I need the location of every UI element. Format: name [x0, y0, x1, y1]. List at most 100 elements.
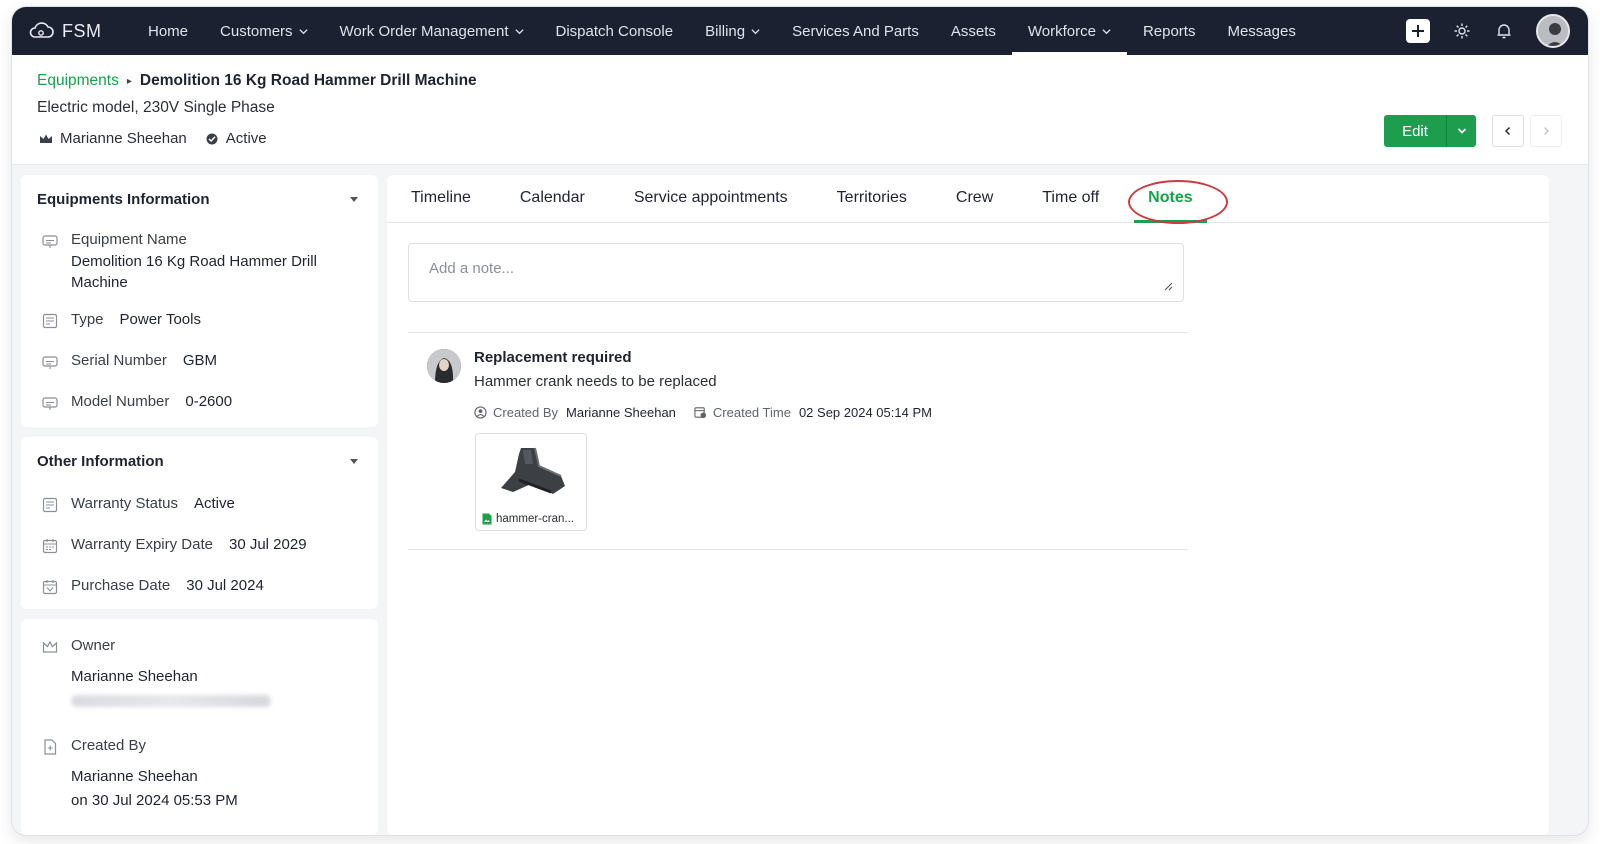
- cloud-gear-icon: [29, 22, 54, 38]
- hammer-crank-part-image: [501, 447, 565, 494]
- nav-right-actions: [1406, 7, 1570, 55]
- record-header: Equipments ▸ Demolition 16 Kg Road Hamme…: [12, 55, 1588, 165]
- other-information-card: Other Information Warranty Status Active…: [21, 437, 378, 609]
- note-author-avatar: [427, 349, 461, 383]
- record-meta: Marianne Sheehan Active: [39, 130, 285, 147]
- previous-record-button[interactable]: [1492, 115, 1524, 147]
- nav-item-label: Billing: [705, 22, 746, 40]
- record-status: Active: [205, 130, 267, 147]
- image-file-icon: [482, 513, 492, 525]
- field-label: Warranty Expiry Date: [71, 536, 213, 553]
- field-label: Type: [71, 311, 104, 328]
- tab-calendar[interactable]: Calendar: [504, 174, 601, 222]
- nav-item-work-order-management[interactable]: Work Order Management: [324, 7, 540, 55]
- tab-crew[interactable]: Crew: [940, 174, 1009, 222]
- note-created-by: Marianne Sheehan: [566, 405, 676, 420]
- nav-item-label: Reports: [1142, 22, 1196, 40]
- nav-item-assets[interactable]: Assets: [935, 7, 1012, 55]
- note-attachment[interactable]: hammer-cran...: [475, 433, 587, 531]
- status-icon: [206, 133, 218, 144]
- attachment-filename-text: hammer-cran...: [496, 513, 574, 525]
- field-label: Equipment Name: [71, 231, 187, 248]
- field-value: 30 Jul 2024: [186, 577, 264, 594]
- app-window: FSM Home Customers Work Order Management…: [12, 7, 1588, 835]
- chevron-down-icon: [1102, 28, 1111, 34]
- brand-logo[interactable]: FSM: [28, 20, 120, 42]
- page-subtitle: Electric model, 230V Single Phase: [37, 99, 275, 116]
- owner-name-link[interactable]: Marianne Sheehan: [71, 666, 271, 687]
- chevron-down-icon: [751, 28, 760, 34]
- section-heading: Equipments Information: [37, 191, 210, 208]
- text-field-icon: [42, 356, 58, 369]
- nav-menu: Home Customers Work Order Management Dis…: [132, 7, 1312, 55]
- note-title: Replacement required: [474, 349, 632, 366]
- record-owner: Marianne Sheehan: [39, 130, 187, 147]
- nav-item-label: Customers: [220, 22, 293, 40]
- collapse-caret-icon[interactable]: [350, 459, 358, 464]
- tab-notes[interactable]: Notes: [1132, 174, 1208, 223]
- field-value: 0-2600: [185, 393, 233, 410]
- collapse-caret-icon[interactable]: [350, 197, 358, 202]
- text-field-icon: [42, 397, 58, 410]
- nav-item-customers[interactable]: Customers: [204, 7, 324, 55]
- field-model-number: Model Number 0-2600: [41, 393, 362, 412]
- nav-item-billing[interactable]: Billing: [689, 7, 776, 55]
- tab-territories[interactable]: Territories: [821, 174, 923, 222]
- note-composer[interactable]: [408, 243, 1184, 302]
- created-by-name-link[interactable]: Marianne Sheehan: [71, 766, 238, 787]
- field-label: Model Number: [71, 393, 170, 410]
- equipments-information-card: Equipments Information Equipment Name De…: [21, 175, 378, 427]
- chevron-right-icon: [1543, 126, 1550, 136]
- other-information-header[interactable]: Other Information: [37, 453, 362, 470]
- record-owner-name: Marianne Sheehan: [60, 130, 187, 147]
- divider: [408, 549, 1188, 550]
- nav-item-dispatch-console[interactable]: Dispatch Console: [540, 7, 690, 55]
- nav-item-label: Home: [148, 22, 189, 40]
- bell-icon: [1497, 24, 1511, 39]
- edit-button[interactable]: Edit: [1384, 115, 1446, 147]
- field-owner: Owner Marianne Sheehan: [41, 637, 362, 707]
- field-value: Power Tools: [119, 311, 201, 328]
- nav-item-services-and-parts[interactable]: Services And Parts: [776, 7, 935, 55]
- field-type: Type Power Tools: [41, 311, 362, 330]
- nav-item-label: Services And Parts: [792, 22, 919, 40]
- document-plus-icon: [44, 739, 57, 755]
- breadcrumb: Equipments ▸ Demolition 16 Kg Road Hamme…: [37, 72, 477, 90]
- equipments-information-header[interactable]: Equipments Information: [37, 191, 362, 208]
- breadcrumb-equipments-link[interactable]: Equipments: [37, 72, 119, 90]
- notifications-button[interactable]: [1494, 21, 1514, 41]
- nav-item-label: Workforce: [1027, 22, 1096, 40]
- field-serial-number: Serial Number GBM: [41, 352, 362, 371]
- nav-item-reports[interactable]: Reports: [1127, 7, 1212, 55]
- settings-button[interactable]: [1452, 21, 1472, 41]
- related-tabs: Timeline Calendar Service appointments T…: [387, 175, 1549, 223]
- nav-item-home[interactable]: Home: [132, 7, 204, 55]
- field-label: Serial Number: [71, 352, 167, 369]
- field-equipment-name: Equipment Name Demolition 16 Kg Road Ham…: [41, 231, 362, 293]
- nav-item-label: Assets: [950, 22, 996, 40]
- next-record-button[interactable]: [1530, 115, 1562, 147]
- picklist-icon: [42, 313, 58, 329]
- calendar-clock-icon: [694, 407, 706, 419]
- calendar-icon: [42, 580, 58, 595]
- add-note-input[interactable]: [429, 260, 1029, 277]
- user-avatar[interactable]: [1536, 14, 1570, 48]
- field-purchase-date: Purchase Date 30 Jul 2024: [41, 577, 362, 596]
- nav-item-workforce[interactable]: Workforce: [1011, 7, 1128, 55]
- note-created-time-label: Created Time: [712, 405, 791, 420]
- edit-options-dropdown[interactable]: [1446, 115, 1476, 147]
- user-circle-icon: [474, 406, 487, 419]
- nav-item-messages[interactable]: Messages: [1211, 7, 1311, 55]
- tab-service-appointments[interactable]: Service appointments: [618, 174, 804, 222]
- create-new-button[interactable]: [1406, 19, 1430, 43]
- crown-icon: [40, 134, 52, 143]
- resize-handle-icon[interactable]: [1163, 281, 1173, 291]
- person-avatar-icon: [427, 349, 461, 383]
- tab-time-off[interactable]: Time off: [1026, 174, 1115, 222]
- plus-icon: [1412, 25, 1424, 37]
- chevron-down-icon: [1457, 128, 1466, 134]
- note-body: Hammer crank needs to be replaced: [474, 373, 717, 390]
- note-created-time: 02 Sep 2024 05:14 PM: [798, 405, 932, 420]
- tab-timeline[interactable]: Timeline: [395, 174, 487, 222]
- field-created-by: Created By Marianne Sheehan on 30 Jul 20…: [41, 737, 362, 811]
